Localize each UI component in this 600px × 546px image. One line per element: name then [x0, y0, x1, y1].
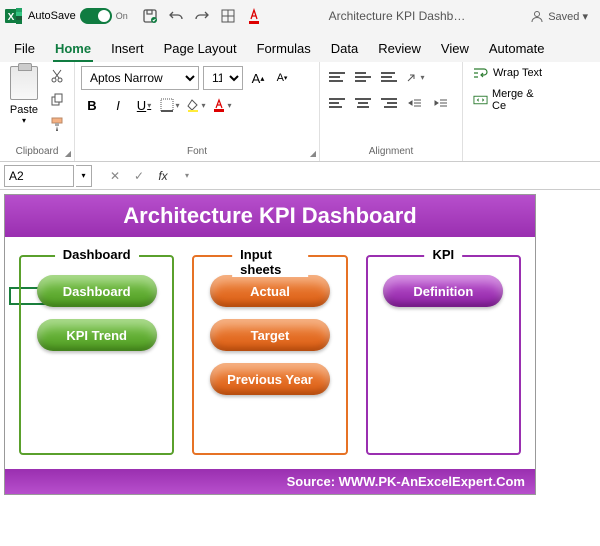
font-color-qat-icon[interactable]: [244, 6, 264, 26]
name-box-dropdown-icon[interactable]: ▾: [76, 165, 92, 187]
autosave-toggle[interactable]: AutoSave On: [28, 8, 128, 24]
formula-bar: ▾ ✕ ✓ fx ▾: [0, 162, 600, 190]
italic-button[interactable]: I: [107, 94, 129, 116]
panel-kpi-title: KPI: [424, 247, 462, 262]
paste-button[interactable]: Paste ▾: [6, 66, 42, 136]
copy-icon[interactable]: [46, 90, 68, 110]
format-painter-icon[interactable]: [46, 114, 68, 134]
align-right-icon[interactable]: [378, 92, 400, 114]
decrease-font-icon[interactable]: A▾: [271, 67, 293, 89]
align-top-icon[interactable]: [326, 66, 348, 88]
document-title: Architecture KPI Dashb…: [268, 9, 527, 23]
user-icon: [530, 9, 544, 23]
excel-app-icon: X: [4, 6, 24, 26]
enter-formula-icon[interactable]: ✓: [128, 165, 150, 187]
font-size-select[interactable]: 11: [203, 66, 243, 90]
borders-icon[interactable]: [218, 6, 238, 26]
btn-definition[interactable]: Definition: [383, 275, 503, 307]
redo-icon[interactable]: [192, 6, 212, 26]
autosave-switch[interactable]: [80, 8, 112, 24]
formula-dropdown-icon[interactable]: ▾: [176, 165, 198, 187]
btn-dashboard[interactable]: Dashboard: [37, 275, 157, 307]
group-alignment: ▾ Alignment: [320, 62, 463, 161]
align-bottom-icon[interactable]: [378, 66, 400, 88]
font-launcher-icon[interactable]: ◢: [310, 149, 316, 158]
merge-icon: [473, 93, 488, 107]
wrap-text-button[interactable]: Wrap Text: [473, 66, 547, 80]
wrap-label: Wrap Text: [493, 67, 542, 79]
cut-icon[interactable]: [46, 66, 68, 86]
autosave-label: AutoSave: [28, 10, 76, 22]
dashboard-footer: Source: WWW.PK-AnExcelExpert.Com: [5, 469, 535, 494]
tab-file[interactable]: File: [12, 37, 37, 62]
underline-button[interactable]: U▾: [133, 94, 155, 116]
increase-indent-icon[interactable]: [430, 92, 452, 114]
orientation-icon[interactable]: ▾: [404, 66, 426, 88]
btn-target[interactable]: Target: [210, 319, 330, 351]
tab-review[interactable]: Review: [376, 37, 423, 62]
group-wrap-merge: Wrap Text Merge & Ce: [463, 62, 553, 161]
tab-automate[interactable]: Automate: [487, 37, 547, 62]
decrease-indent-icon[interactable]: [404, 92, 426, 114]
dashboard-embed: Architecture KPI Dashboard Dashboard Das…: [4, 194, 536, 495]
alignment-group-label: Alignment: [326, 146, 456, 159]
align-center-icon[interactable]: [352, 92, 374, 114]
btn-actual[interactable]: Actual: [210, 275, 330, 307]
fx-button[interactable]: fx: [152, 165, 174, 187]
name-box[interactable]: [4, 165, 74, 187]
save-icon[interactable]: [140, 6, 160, 26]
save-status[interactable]: Saved ▾: [548, 10, 588, 23]
panel-kpi: KPI Definition: [366, 255, 521, 455]
font-color-button[interactable]: ▾: [211, 94, 233, 116]
group-clipboard: Paste ▾ Clipboard ◢: [0, 62, 75, 161]
font-group-label: Font: [81, 146, 313, 159]
btn-previous-year[interactable]: Previous Year: [210, 363, 330, 395]
svg-text:X: X: [8, 12, 15, 23]
title-bar: X AutoSave On Architecture KPI Dashb… Sa…: [0, 0, 600, 32]
dashboard-title: Architecture KPI Dashboard: [5, 195, 535, 237]
panel-dashboard: Dashboard Dashboard KPI Trend: [19, 255, 174, 455]
tab-view[interactable]: View: [439, 37, 471, 62]
undo-icon[interactable]: [166, 6, 186, 26]
tab-formulas[interactable]: Formulas: [255, 37, 313, 62]
panel-input-title: Input sheets: [232, 247, 308, 277]
cancel-formula-icon[interactable]: ✕: [104, 165, 126, 187]
panel-dashboard-title: Dashboard: [55, 247, 139, 262]
align-left-icon[interactable]: [326, 92, 348, 114]
group-font: Aptos Narrow 11 A▴ A▾ B I U▾ ▾ ▾ ▾ Font …: [75, 62, 320, 161]
clipboard-icon: [10, 66, 38, 100]
merge-label: Merge & Ce: [492, 88, 547, 112]
autosave-state: On: [116, 11, 128, 21]
dashboard-body: Dashboard Dashboard KPI Trend Input shee…: [5, 237, 535, 469]
paste-label: Paste: [10, 104, 38, 116]
ribbon-tabs: File Home Insert Page Layout Formulas Da…: [0, 32, 600, 62]
ribbon-home: Paste ▾ Clipboard ◢ Aptos Narrow 11 A▴ A…: [0, 62, 600, 162]
borders-button[interactable]: ▾: [159, 94, 181, 116]
bold-button[interactable]: B: [81, 94, 103, 116]
merge-center-button[interactable]: Merge & Ce: [473, 88, 547, 112]
clipboard-launcher-icon[interactable]: ◢: [65, 149, 71, 158]
wrap-text-icon: [473, 66, 489, 80]
fill-color-button[interactable]: ▾: [185, 94, 207, 116]
btn-kpi-trend[interactable]: KPI Trend: [37, 319, 157, 351]
tab-data[interactable]: Data: [329, 37, 360, 62]
tab-page-layout[interactable]: Page Layout: [162, 37, 239, 62]
increase-font-icon[interactable]: A▴: [247, 67, 269, 89]
formula-input[interactable]: [200, 165, 596, 187]
panel-input-sheets: Input sheets Actual Target Previous Year: [192, 255, 347, 455]
font-name-select[interactable]: Aptos Narrow: [81, 66, 199, 90]
quick-access-toolbar: [140, 6, 264, 26]
clipboard-group-label: Clipboard: [6, 146, 68, 159]
worksheet-area[interactable]: Architecture KPI Dashboard Dashboard Das…: [0, 190, 600, 546]
tab-insert[interactable]: Insert: [109, 37, 146, 62]
align-middle-icon[interactable]: [352, 66, 374, 88]
tab-home[interactable]: Home: [53, 37, 93, 62]
